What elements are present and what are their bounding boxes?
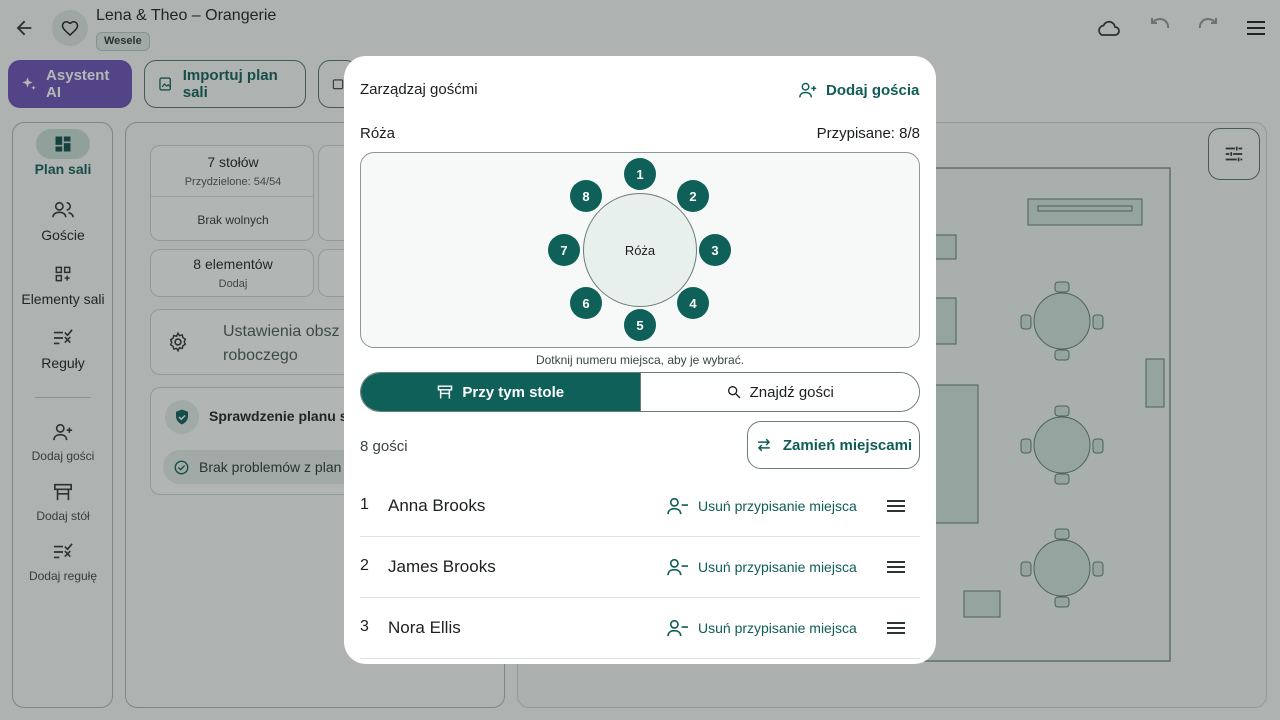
seat-6[interactable]: 6: [570, 287, 602, 319]
person-remove-icon: [667, 497, 688, 515]
tab-find-guests-label: Znajdź gości: [749, 383, 834, 401]
unassign-seat-button[interactable]: Usuń przypisanie miejsca: [666, 614, 857, 642]
seat-2[interactable]: 2: [677, 180, 709, 212]
assigned-count: Przypisane: 8/8: [816, 125, 920, 142]
seat-1[interactable]: 1: [624, 158, 656, 190]
person-remove-icon: [667, 619, 688, 637]
table-icon: [438, 385, 453, 399]
guest-view-toggle: Przy tym stole Znajdź gości: [360, 372, 920, 412]
unassign-seat-label: Usuń przypisanie miejsca: [698, 559, 857, 575]
seat-3[interactable]: 3: [699, 234, 731, 266]
unassign-seat-button[interactable]: Usuń przypisanie miejsca: [666, 492, 857, 520]
dialog-title: Zarządzaj gośćmi: [360, 81, 478, 98]
selected-table-name: Róża: [360, 125, 396, 142]
seat-5[interactable]: 5: [624, 309, 656, 341]
guest-row: 2 James Brooks Usuń przypisanie miejsca: [360, 537, 920, 598]
unassign-seat-button[interactable]: Usuń przypisanie miejsca: [666, 553, 857, 581]
drag-handle[interactable]: [884, 555, 908, 579]
person-add-icon: [799, 82, 817, 98]
add-guest-label: Dodaj gościa: [826, 81, 920, 99]
search-icon: [727, 386, 741, 399]
seat-7[interactable]: 7: [548, 234, 580, 266]
unassign-seat-label: Usuń przypisanie miejsca: [698, 498, 857, 514]
drag-handle[interactable]: [884, 494, 908, 518]
drag-handle-icon: [887, 622, 905, 634]
seat-hint: Dotknij numeru miejsca, aby je wybrać.: [535, 353, 745, 367]
guest-seat-number: 3: [360, 618, 369, 635]
add-guest-button[interactable]: Dodaj gościa: [788, 74, 929, 106]
unassign-seat-label: Usuń przypisanie miejsca: [698, 620, 857, 636]
table-shape-label: Róża: [624, 242, 656, 258]
guest-row: 3 Nora Ellis Usuń przypisanie miejsca: [360, 598, 920, 659]
seat-map: Róża 1 2 3 4 5 6 7 8: [360, 152, 920, 348]
person-remove-icon: [667, 558, 688, 576]
tab-at-this-table[interactable]: Przy tym stole: [361, 373, 640, 411]
swap-icon: [757, 438, 770, 452]
guest-seat-number: 1: [360, 496, 369, 513]
swap-seats-button[interactable]: Zamień miejscami: [747, 421, 920, 469]
tab-find-guests[interactable]: Znajdź gości: [639, 373, 919, 411]
guest-seat-number: 2: [360, 557, 369, 574]
drag-handle-icon: [887, 561, 905, 573]
swap-seats-label: Zamień miejscami: [782, 436, 913, 454]
seat-4[interactable]: 4: [677, 287, 709, 319]
seat-8[interactable]: 8: [570, 180, 602, 212]
drag-handle[interactable]: [884, 616, 908, 640]
manage-guests-dialog: Zarządzaj gośćmi Dodaj gościa Róża Przyp…: [344, 56, 936, 664]
guest-name: Anna Brooks: [388, 496, 486, 515]
guest-row: 1 Anna Brooks Usuń przypisanie miejsca: [360, 476, 920, 537]
tab-at-this-table-label: Przy tym stole: [462, 383, 565, 401]
guest-name: Nora Ellis: [388, 618, 461, 637]
guest-count: 8 gości: [360, 438, 408, 455]
table-shape: Róża: [583, 193, 697, 307]
drag-handle-icon: [887, 500, 905, 512]
guest-name: James Brooks: [388, 557, 496, 576]
